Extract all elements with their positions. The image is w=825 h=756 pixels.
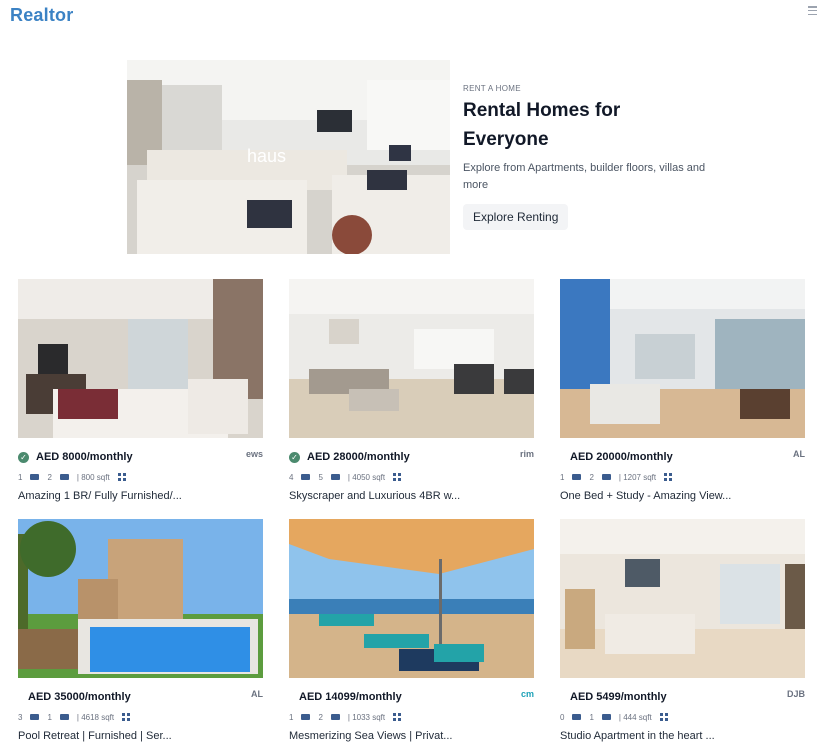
bath-icon	[59, 714, 69, 720]
hero-image: haus	[127, 60, 450, 254]
bedroom-count: 4	[289, 472, 294, 482]
hero-watermark: haus	[247, 146, 286, 166]
area-grid-icon	[117, 473, 126, 481]
listing-image[interactable]	[289, 279, 534, 438]
bathroom-count: 2	[589, 472, 594, 482]
listing-image[interactable]	[560, 279, 805, 438]
verified-check-icon: ✓	[289, 452, 300, 463]
area-sqft: | 800 sqft	[76, 472, 110, 482]
agency-logo: ews	[245, 449, 263, 459]
hamburger-menu-icon[interactable]	[808, 6, 817, 15]
hero-description: Explore from Apartments, builder floors,…	[463, 162, 706, 191]
price-row: AED 5499/monthly DJB	[560, 689, 805, 705]
area-sqft: | 4618 sqft	[76, 712, 115, 722]
listing-specs: 1 2 | 1033 sqft	[289, 711, 402, 723]
listing-title[interactable]: Mesmerizing Sea Views | Privat...	[289, 730, 452, 742]
listing-image[interactable]	[18, 279, 263, 438]
listing-title[interactable]: Skyscraper and Luxurious 4BR w...	[289, 490, 460, 502]
verified-check-icon: ✓	[18, 452, 29, 463]
bed-icon	[301, 714, 311, 720]
listing-card[interactable]: ✓ AED 28000/monthly rim 4 5 | 4050 sqft …	[289, 279, 534, 509]
hero-section: haus RENT A HOME Rental Homes for Everyo…	[127, 60, 707, 254]
bed-icon	[30, 714, 40, 720]
brand-logo[interactable]: Realtor	[10, 5, 73, 26]
area-sqft: | 1207 sqft	[618, 472, 657, 482]
bath-icon	[330, 474, 340, 480]
listing-price: AED 8000/monthly	[36, 451, 133, 463]
bed-icon	[572, 714, 582, 720]
listing-image[interactable]	[18, 519, 263, 678]
listing-price: AED 28000/monthly	[307, 451, 410, 463]
area-grid-icon	[393, 713, 402, 721]
area-grid-icon	[393, 473, 402, 481]
bedroom-count: 0	[560, 712, 565, 722]
listing-specs: 4 5 | 4050 sqft	[289, 471, 402, 483]
price-row: ✓ AED 8000/monthly ews	[18, 449, 263, 465]
listing-card[interactable]: AED 5499/monthly DJB 0 1 | 444 sqft Stud…	[560, 519, 805, 749]
hero-text: RENT A HOME Rental Homes for Everyone Ex…	[463, 84, 713, 230]
listing-title[interactable]: One Bed + Study - Amazing View...	[560, 490, 731, 502]
price-row: AED 14099/monthly cm	[289, 689, 534, 705]
bath-icon	[601, 474, 611, 480]
bedroom-count: 3	[18, 712, 23, 722]
bedroom-count: 1	[289, 712, 294, 722]
area-sqft: | 1033 sqft	[347, 712, 386, 722]
listing-specs: 3 1 | 4618 sqft	[18, 711, 131, 723]
bath-icon	[601, 714, 611, 720]
area-grid-icon	[659, 713, 668, 721]
agency-logo: AL	[251, 689, 263, 699]
bedroom-count: 1	[560, 472, 565, 482]
bed-icon	[572, 474, 582, 480]
listing-price: AED 35000/monthly	[28, 691, 131, 703]
listing-card[interactable]: AED 35000/monthly AL 3 1 | 4618 sqft Poo…	[18, 519, 263, 749]
listing-title[interactable]: Amazing 1 BR/ Fully Furnished/...	[18, 490, 182, 502]
bed-icon	[30, 474, 40, 480]
agency-logo: rim	[519, 449, 534, 459]
listing-specs: 1 2 | 1207 sqft	[560, 471, 673, 483]
listing-price: AED 5499/monthly	[570, 691, 667, 703]
price-row: AED 35000/monthly AL	[18, 689, 263, 705]
bedroom-count: 1	[18, 472, 23, 482]
listing-price: AED 14099/monthly	[299, 691, 402, 703]
listing-image[interactable]	[560, 519, 805, 678]
hero-eyebrow: RENT A HOME	[463, 84, 521, 93]
bathroom-count: 2	[318, 712, 323, 722]
listing-title[interactable]: Pool Retreat | Furnished | Ser...	[18, 730, 172, 742]
bed-icon	[301, 474, 311, 480]
listing-card[interactable]: AED 20000/monthly AL 1 2 | 1207 sqft One…	[560, 279, 805, 509]
agency-logo: DJB	[786, 689, 805, 699]
listing-price: AED 20000/monthly	[570, 451, 673, 463]
listing-title[interactable]: Studio Apartment in the heart ...	[560, 730, 715, 742]
bath-icon	[59, 474, 69, 480]
bath-icon	[330, 714, 340, 720]
listing-image[interactable]	[289, 519, 534, 678]
listing-card[interactable]: AED 14099/monthly cm 1 2 | 1033 sqft Mes…	[289, 519, 534, 749]
area-grid-icon	[664, 473, 673, 481]
listing-card[interactable]: ✓ AED 8000/monthly ews 1 2 | 800 sqft Am…	[18, 279, 263, 509]
listing-specs: 0 1 | 444 sqft	[560, 711, 668, 723]
agency-logo: AL	[793, 449, 805, 459]
agency-logo: cm	[520, 689, 534, 699]
price-row: ✓ AED 28000/monthly rim	[289, 449, 534, 465]
hero-title: Rental Homes for Everyone	[463, 100, 621, 150]
bathroom-count: 2	[47, 472, 52, 482]
bathroom-count: 5	[318, 472, 323, 482]
area-grid-icon	[122, 713, 131, 721]
bathroom-count: 1	[589, 712, 594, 722]
area-sqft: | 4050 sqft	[347, 472, 386, 482]
bathroom-count: 1	[47, 712, 52, 722]
area-sqft: | 444 sqft	[618, 712, 652, 722]
price-row: AED 20000/monthly AL	[560, 449, 805, 465]
explore-renting-button[interactable]: Explore Renting	[463, 204, 569, 230]
top-bar: Realtor	[0, 0, 825, 34]
listing-specs: 1 2 | 800 sqft	[18, 471, 126, 483]
